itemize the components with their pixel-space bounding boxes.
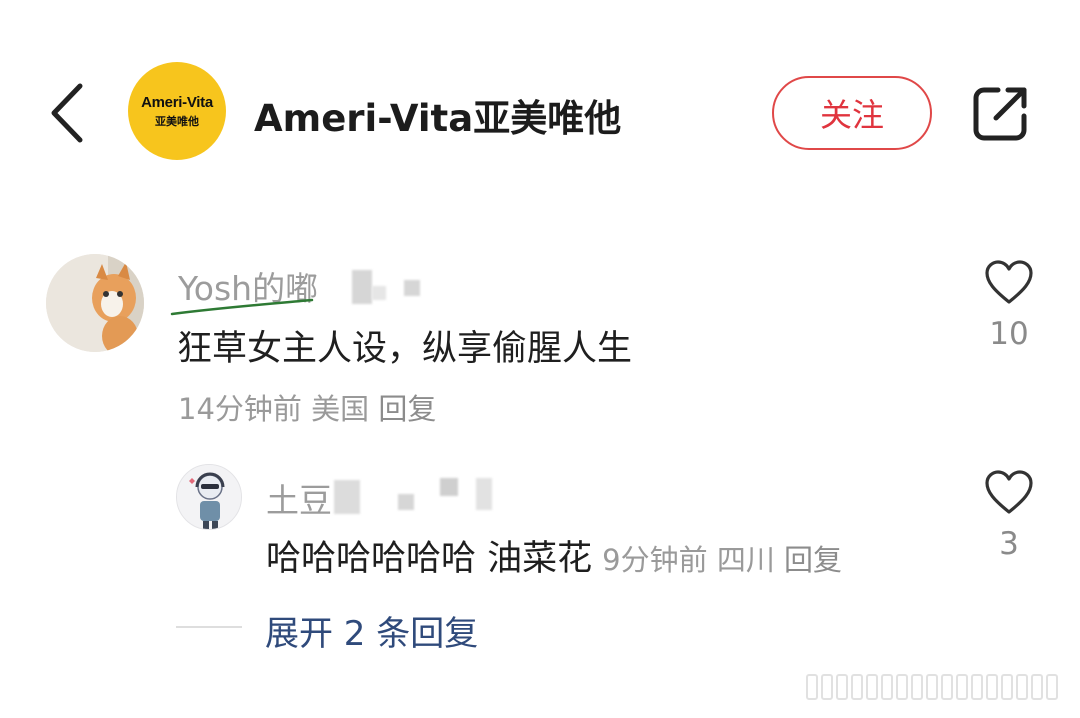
brand-logo[interactable]: Ameri-Vita 亚美唯他: [128, 62, 226, 160]
watermark-glyph: [1031, 674, 1043, 700]
redacted-block: [352, 270, 372, 304]
redacted-block: [440, 478, 458, 496]
header: Ameri-Vita 亚美唯他 Ameri-Vita亚美唯他 关注: [0, 0, 1080, 230]
expand-replies-button[interactable]: 展开 2 条回复: [265, 606, 478, 655]
like-count: 3: [999, 526, 1019, 562]
reply-username[interactable]: 土豆: [266, 474, 332, 522]
share-icon: [973, 87, 1027, 141]
reply-button[interactable]: 回复: [378, 392, 436, 426]
watermark-glyph: [866, 674, 878, 700]
like-count: 10: [989, 316, 1029, 352]
watermark-glyph: [1016, 674, 1028, 700]
heart-icon: [985, 260, 1033, 304]
watermark-glyph: [836, 674, 848, 700]
redacted-block: [398, 494, 414, 510]
avatar[interactable]: [46, 254, 144, 352]
divider: [176, 626, 242, 628]
logo-text-en: Ameri-Vita: [141, 93, 213, 111]
reply-body: 哈哈哈哈哈哈 油菜花 9分钟前 四川 回复: [266, 530, 842, 581]
reply-text: 哈哈哈哈哈哈 油菜花: [266, 539, 593, 579]
reply-button[interactable]: 回复: [784, 543, 842, 577]
comment-time: 14分钟前: [178, 392, 302, 426]
brand-name[interactable]: Ameri-Vita亚美唯他: [254, 88, 621, 142]
redacted-block: [372, 286, 386, 300]
watermark-glyph: [911, 674, 923, 700]
watermark-glyph: [986, 674, 998, 700]
watermark-glyph: [971, 674, 983, 700]
reply-meta: 9分钟前 四川 回复: [602, 537, 842, 579]
comment-meta: 14分钟前 美国 回复: [178, 386, 436, 428]
like-button[interactable]: 10: [974, 260, 1044, 352]
watermark-glyph: [926, 674, 938, 700]
logo-text-cn: 亚美唯他: [155, 114, 199, 128]
watermark-glyph: [851, 674, 863, 700]
watermark-glyph: [941, 674, 953, 700]
watermark-glyph: [1046, 674, 1058, 700]
like-button[interactable]: 3: [974, 470, 1044, 562]
watermark-glyph: [896, 674, 908, 700]
redacted-block: [404, 280, 420, 296]
back-button[interactable]: [44, 78, 94, 148]
underline-annotation: [170, 298, 314, 316]
chevron-left-icon: [51, 83, 83, 143]
watermark-glyph: [956, 674, 968, 700]
watermark-glyph: [881, 674, 893, 700]
watermark: [806, 672, 1074, 702]
comment-location: 美国: [311, 392, 370, 426]
reply-time: 9分钟前: [602, 543, 708, 577]
reply-location: 四川: [716, 543, 775, 577]
redacted-block: [476, 478, 492, 510]
watermark-glyph: [821, 674, 833, 700]
watermark-glyph: [806, 674, 818, 700]
share-button[interactable]: [970, 82, 1032, 144]
heart-icon: [985, 470, 1033, 514]
avatar[interactable]: [176, 464, 242, 530]
cartoon-avatar-image: [177, 465, 241, 529]
cat-avatar-image: [46, 254, 144, 352]
comment-text: 狂草女主人设，纵享偷腥人生: [177, 329, 633, 369]
watermark-glyph: [1001, 674, 1013, 700]
redacted-block: [334, 480, 360, 514]
follow-button[interactable]: 关注: [772, 76, 932, 150]
